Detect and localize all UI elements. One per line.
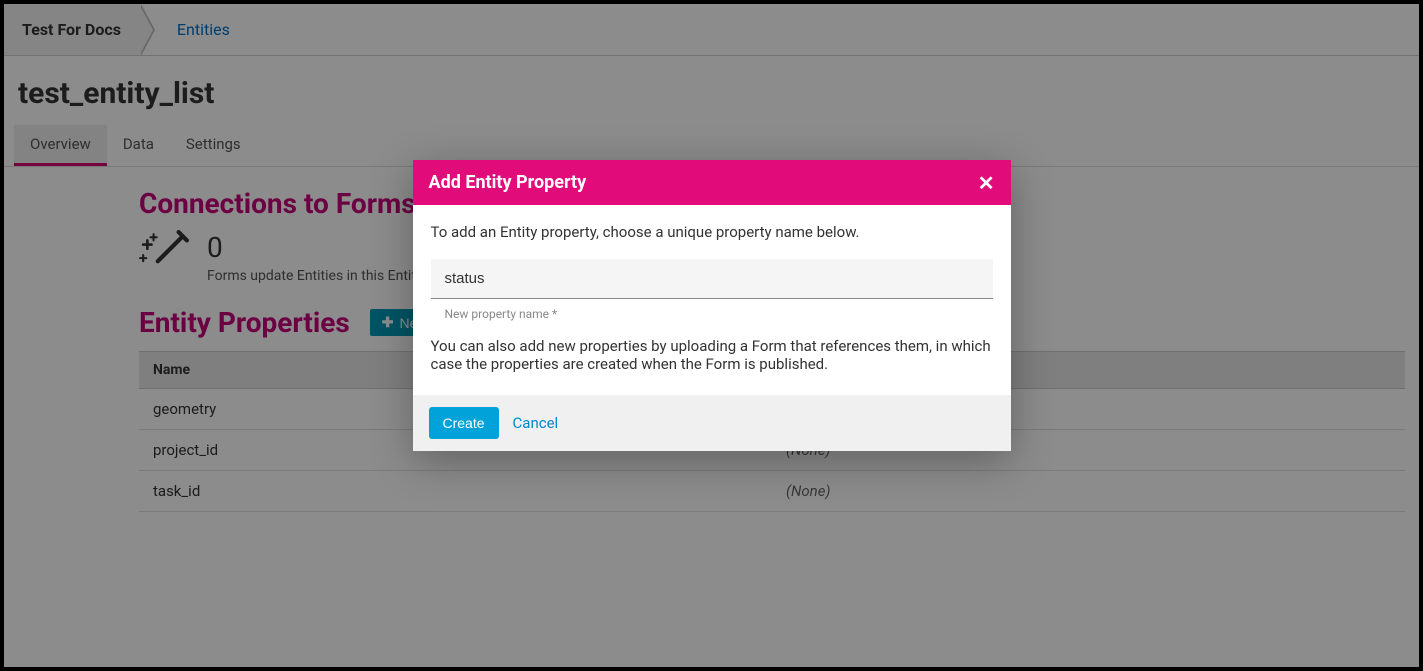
property-name-input[interactable] [431, 259, 993, 299]
close-icon[interactable]: ✕ [978, 173, 995, 193]
modal-header: Add Entity Property ✕ [413, 160, 1011, 205]
modal-title: Add Entity Property [429, 172, 587, 193]
add-property-modal: Add Entity Property ✕ To add an Entity p… [413, 160, 1011, 451]
modal-footer: Create Cancel [413, 395, 1011, 451]
modal-body: To add an Entity property, choose a uniq… [413, 205, 1011, 395]
modal-intro-text: To add an Entity property, choose a uniq… [431, 223, 993, 241]
input-label: New property name * [431, 299, 993, 321]
create-button[interactable]: Create [429, 407, 499, 439]
modal-secondary-text: You can also add new properties by uploa… [431, 337, 993, 373]
cancel-link[interactable]: Cancel [513, 414, 559, 432]
